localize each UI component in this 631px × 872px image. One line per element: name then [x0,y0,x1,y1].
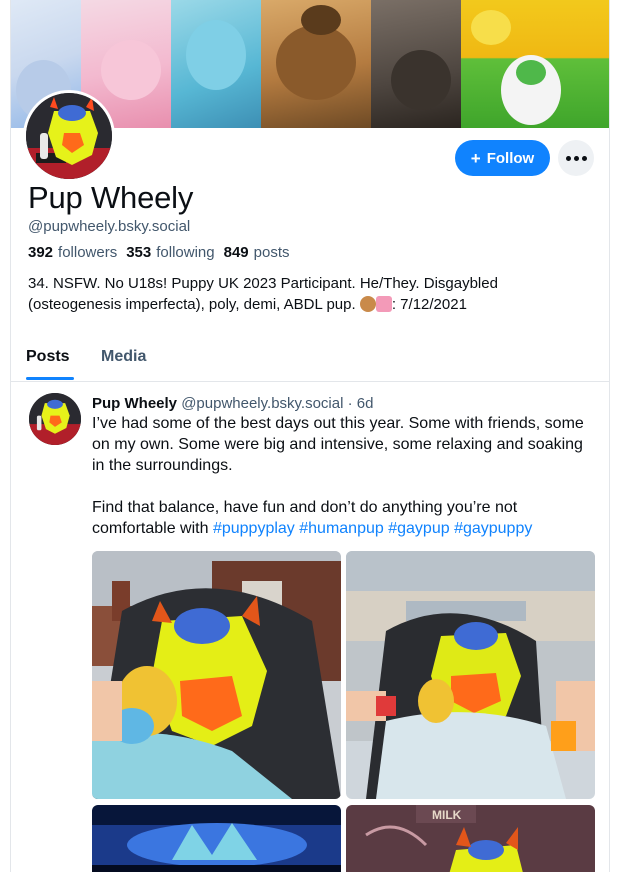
profile-display-name: Pup Wheely [28,180,194,215]
post-image-4[interactable]: MILK [346,805,595,872]
hashtag-link[interactable]: #gaypuppy [454,520,532,537]
post-body: I’ve had some of the best days out this … [92,413,597,539]
post-author-handle[interactable]: @pupwheely.bsky.social [181,395,343,412]
more-dots-icon [565,155,571,161]
hashtag-link[interactable]: #puppyplay [213,520,295,537]
hashtag-link[interactable]: #humanpup [299,520,384,537]
bio-line-1: 34. NSFW. No U18s! Puppy UK 2023 Partici… [28,275,498,292]
posts-stat: 849 posts [224,244,290,261]
follow-button[interactable]: + Follow [455,140,550,176]
hashtag-link[interactable]: #gaypup [388,520,449,537]
post-image-3[interactable] [92,805,341,872]
post-author-avatar[interactable] [29,393,81,445]
profile-column: + Follow Pup Wheely @pupwheely.bsky.soci… [10,0,610,872]
profile-tabs: Posts Media [11,336,609,382]
post-header: Pup Wheely @pupwheely.bsky.social · 6d [92,395,373,412]
posts-label: posts [253,244,290,261]
post-image-2[interactable] [346,551,595,799]
followers-label: followers [58,244,118,261]
bio-line-2-date: : 7/12/2021 [391,296,467,313]
post-meta-separator: · [347,395,353,412]
more-options-button[interactable] [558,140,594,176]
followers-stat[interactable]: 392 followers [28,244,117,261]
post-author-name[interactable]: Pup Wheely [92,395,177,412]
active-tab-indicator [26,377,74,380]
following-stat[interactable]: 353 following [126,244,214,261]
posts-count: 849 [223,244,249,261]
following-count: 353 [126,244,152,261]
post-paragraph-1: I’ve had some of the best days out this … [92,415,584,474]
profile-avatar[interactable] [23,90,115,182]
profile-stats: 392 followers 353 following 849 posts [28,244,299,261]
plus-icon: + [470,148,481,168]
bio-line-2: (osteogenesis imperfecta), poly, demi, A… [28,296,356,313]
post-timestamp[interactable]: 6d [357,395,374,412]
follow-label: Follow [486,149,535,167]
cake-emoji-icon [375,296,392,312]
following-label: following [156,244,215,261]
dog-emoji-icon [359,296,376,312]
post-paragraph-2: Find that balance, have fun and don’t do… [92,497,597,539]
tab-posts[interactable]: Posts [26,348,70,366]
profile-bio: 34. NSFW. No U18s! Puppy UK 2023 Partici… [28,273,588,315]
post-image-1[interactable] [92,551,341,799]
tab-media[interactable]: Media [101,348,146,366]
profile-handle: @pupwheely.bsky.social [28,218,191,235]
followers-count: 392 [28,244,54,261]
svg-text:MILK: MILK [432,808,462,822]
